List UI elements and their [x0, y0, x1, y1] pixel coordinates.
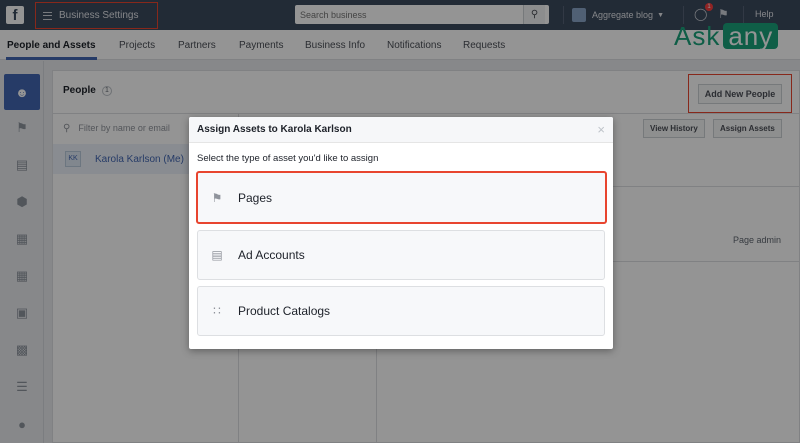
dialog-subtitle: Select the type of asset you'd like to a… [197, 153, 379, 164]
flag-icon: ⚑ [211, 190, 223, 205]
asset-option-label: Pages [238, 190, 273, 205]
dialog-title: Assign Assets to Karola Karlson [189, 117, 613, 143]
assign-assets-dialog: Assign Assets to Karola Karlson × Select… [189, 117, 613, 349]
grid-icon: ∷ [213, 304, 221, 318]
asset-option-ad-accounts[interactable]: ▤ Ad Accounts [197, 230, 605, 280]
asset-option-label: Ad Accounts [238, 248, 305, 262]
close-icon[interactable]: × [597, 123, 605, 136]
asset-option-label: Product Catalogs [238, 304, 331, 318]
ad-account-icon: ▤ [211, 248, 223, 262]
asset-option-pages[interactable]: ⚑ Pages [196, 171, 607, 224]
asset-option-product-catalogs[interactable]: ∷ Product Catalogs [197, 286, 605, 336]
